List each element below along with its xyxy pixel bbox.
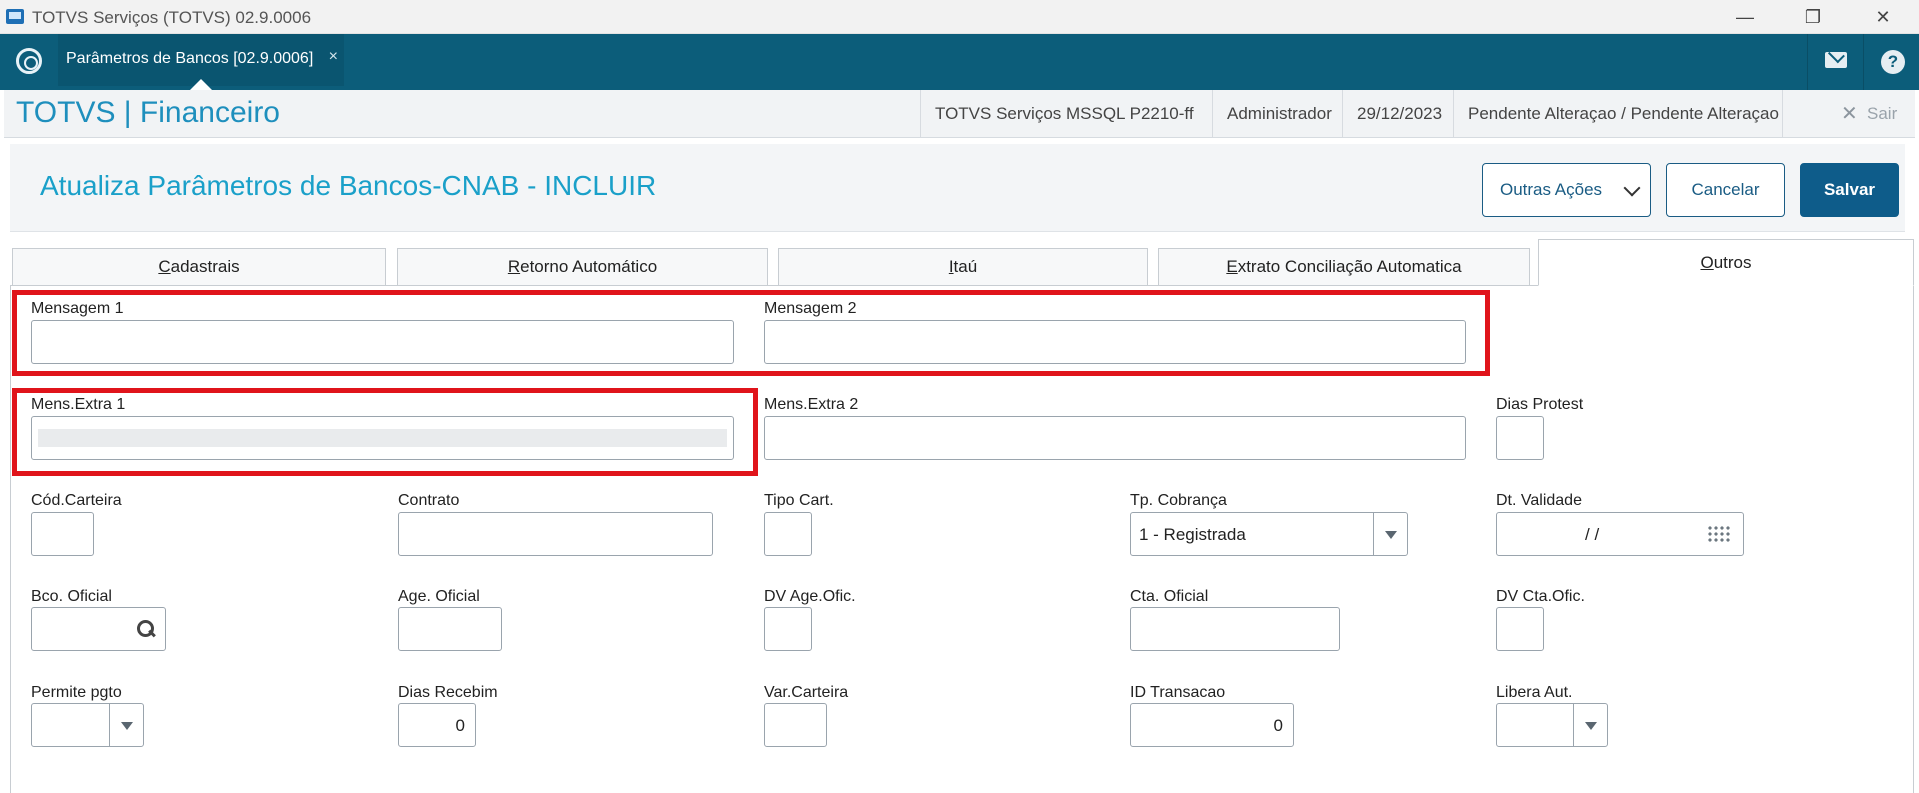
close-tab-icon[interactable]: × (329, 48, 338, 66)
mail-icon (1825, 52, 1847, 68)
dt-validade-label: Dt. Validade (1496, 492, 1582, 509)
tp-cobranca-label: Tp. Cobrança (1130, 492, 1227, 509)
more-actions-label: Outras Ações (1500, 180, 1603, 199)
var-carteira-input[interactable] (764, 703, 827, 747)
close-window-button[interactable]: ✕ (1847, 0, 1919, 34)
tab-cadastrais-accesskey: C (158, 257, 171, 276)
doc-tab-label: Parâmetros de Bancos [02.9.0006] (66, 50, 314, 67)
help-icon: ? (1881, 50, 1905, 74)
maximize-button[interactable]: ❐ (1777, 0, 1849, 34)
dv-age-ofic-label: DV Age.Ofic. (764, 588, 856, 605)
mail-button[interactable] (1807, 34, 1863, 90)
dias-recebim-input[interactable]: 0 (398, 703, 476, 747)
mens-extra2-input[interactable] (764, 416, 1466, 460)
help-button[interactable]: ? (1863, 34, 1919, 90)
age-oficial-label: Age. Oficial (398, 588, 480, 605)
dt-validade-value: / / (1585, 525, 1600, 544)
window-title: TOTVS Serviços (TOTVS) 02.9.0006 (32, 8, 312, 27)
id-transacao-label: ID Transacao (1130, 684, 1226, 701)
tab-retorno-automatico[interactable]: Retorno Automático (397, 248, 768, 285)
dias-protest-input[interactable] (1496, 416, 1544, 460)
age-oficial-input[interactable] (398, 607, 502, 651)
environment-label: TOTVS Serviços MSSQL P2210-ff (920, 90, 1208, 138)
mensagem1-input[interactable] (31, 320, 734, 364)
active-tab-caret (190, 79, 212, 90)
app-window-icon (6, 9, 24, 24)
dt-validade-input[interactable]: / / (1496, 512, 1744, 556)
contrato-input[interactable] (398, 512, 713, 556)
id-transacao-input[interactable]: 0 (1130, 703, 1294, 747)
dropdown-arrow-icon[interactable] (109, 704, 143, 746)
tp-cobranca-select[interactable]: 1 - Registrada (1130, 512, 1408, 556)
mensagem2-label: Mensagem 2 (764, 300, 857, 317)
exit-button[interactable]: ✕ Sair (1782, 90, 1915, 138)
app-tab-bar: Parâmetros de Bancos [02.9.0006] × ? (0, 34, 1919, 90)
cod-carteira-input[interactable] (31, 512, 94, 556)
libera-aut-label: Libera Aut. (1496, 684, 1573, 701)
mens-extra1-label: Mens.Extra 1 (31, 396, 126, 413)
page-title: Atualiza Parâmetros de Bancos-CNAB - INC… (40, 170, 657, 201)
cta-oficial-input[interactable] (1130, 607, 1340, 651)
product-name: TOTVS | Financeiro (16, 96, 280, 129)
dv-cta-ofic-input[interactable] (1496, 607, 1544, 651)
date-label: 29/12/2023 (1342, 90, 1456, 138)
var-carteira-label: Var.Carteira (764, 684, 849, 701)
tp-cobranca-value: 1 - Registrada (1139, 525, 1246, 544)
dv-cta-ofic-label: DV Cta.Ofic. (1496, 588, 1585, 605)
dias-recebim-label: Dias Recebim (398, 684, 498, 701)
contrato-label: Contrato (398, 492, 460, 509)
more-actions-button[interactable]: Outras Ações (1482, 163, 1651, 217)
mensagem2-input[interactable] (764, 320, 1466, 364)
mens-extra2-label: Mens.Extra 2 (764, 396, 859, 413)
cod-carteira-label: Cód.Carteira (31, 492, 122, 509)
window-titlebar: TOTVS Serviços (TOTVS) 02.9.0006 — ❐ ✕ (0, 0, 1919, 34)
user-label: Administrador (1212, 90, 1346, 138)
tab-itau[interactable]: Itaú (778, 248, 1148, 285)
libera-aut-select[interactable] (1496, 703, 1608, 747)
bco-oficial-input[interactable] (31, 607, 166, 651)
chevron-down-icon (1623, 179, 1641, 197)
mens-extra1-fill (38, 429, 727, 447)
tab-itau-label: taú (953, 257, 978, 276)
tab-extrato-accesskey: E (1226, 257, 1238, 276)
tipo-cart-label: Tipo Cart. (764, 492, 834, 509)
cta-oficial-label: Cta. Oficial (1130, 588, 1209, 605)
status-label: Pendente Alteraçao / Pendente Alteraçao (1453, 90, 1793, 138)
tab-extrato-conciliacao[interactable]: Extrato Conciliação Automatica (1158, 248, 1530, 285)
tab-outros-accesskey: O (1700, 253, 1714, 272)
exit-label: Sair (1867, 104, 1898, 123)
permite-pgto-select[interactable] (31, 703, 144, 747)
minimize-button[interactable]: — (1709, 0, 1781, 34)
calendar-icon[interactable] (1707, 525, 1731, 543)
bco-oficial-label: Bco. Oficial (31, 588, 112, 605)
tab-extrato-label: xtrato Conciliação Automatica (1237, 257, 1462, 276)
cancel-button[interactable]: Cancelar (1666, 163, 1785, 217)
save-button[interactable]: Salvar (1800, 163, 1899, 217)
mensagem1-label: Mensagem 1 (31, 300, 124, 317)
search-icon[interactable] (135, 618, 157, 640)
tab-outros[interactable]: Outros (1538, 239, 1914, 286)
tab-outros-label: utros (1713, 253, 1752, 272)
dias-recebim-value: 0 (455, 716, 465, 735)
dropdown-arrow-icon[interactable] (1573, 704, 1607, 746)
tab-retorno-label: etorno Automático (520, 257, 658, 276)
dias-protest-label: Dias Protest (1496, 396, 1584, 413)
permite-pgto-label: Permite pgto (31, 684, 122, 701)
dv-age-ofic-input[interactable] (764, 607, 812, 651)
tab-cadastrais-label: adastrais (170, 257, 240, 276)
tipo-cart-input[interactable] (764, 512, 812, 556)
tab-retorno-accesskey: R (507, 257, 521, 276)
close-icon: ✕ (1841, 103, 1858, 125)
dropdown-arrow-icon[interactable] (1373, 513, 1407, 555)
mens-extra1-input[interactable] (31, 416, 734, 460)
product-header: TOTVS | Financeiro TOTVS Serviços MSSQL … (4, 90, 1915, 138)
totvs-logo-icon[interactable] (16, 48, 42, 74)
page-header: Atualiza Parâmetros de Bancos-CNAB - INC… (10, 144, 1905, 232)
id-transacao-value: 0 (1273, 716, 1283, 735)
tab-cadastrais[interactable]: Cadastrais (12, 248, 386, 285)
